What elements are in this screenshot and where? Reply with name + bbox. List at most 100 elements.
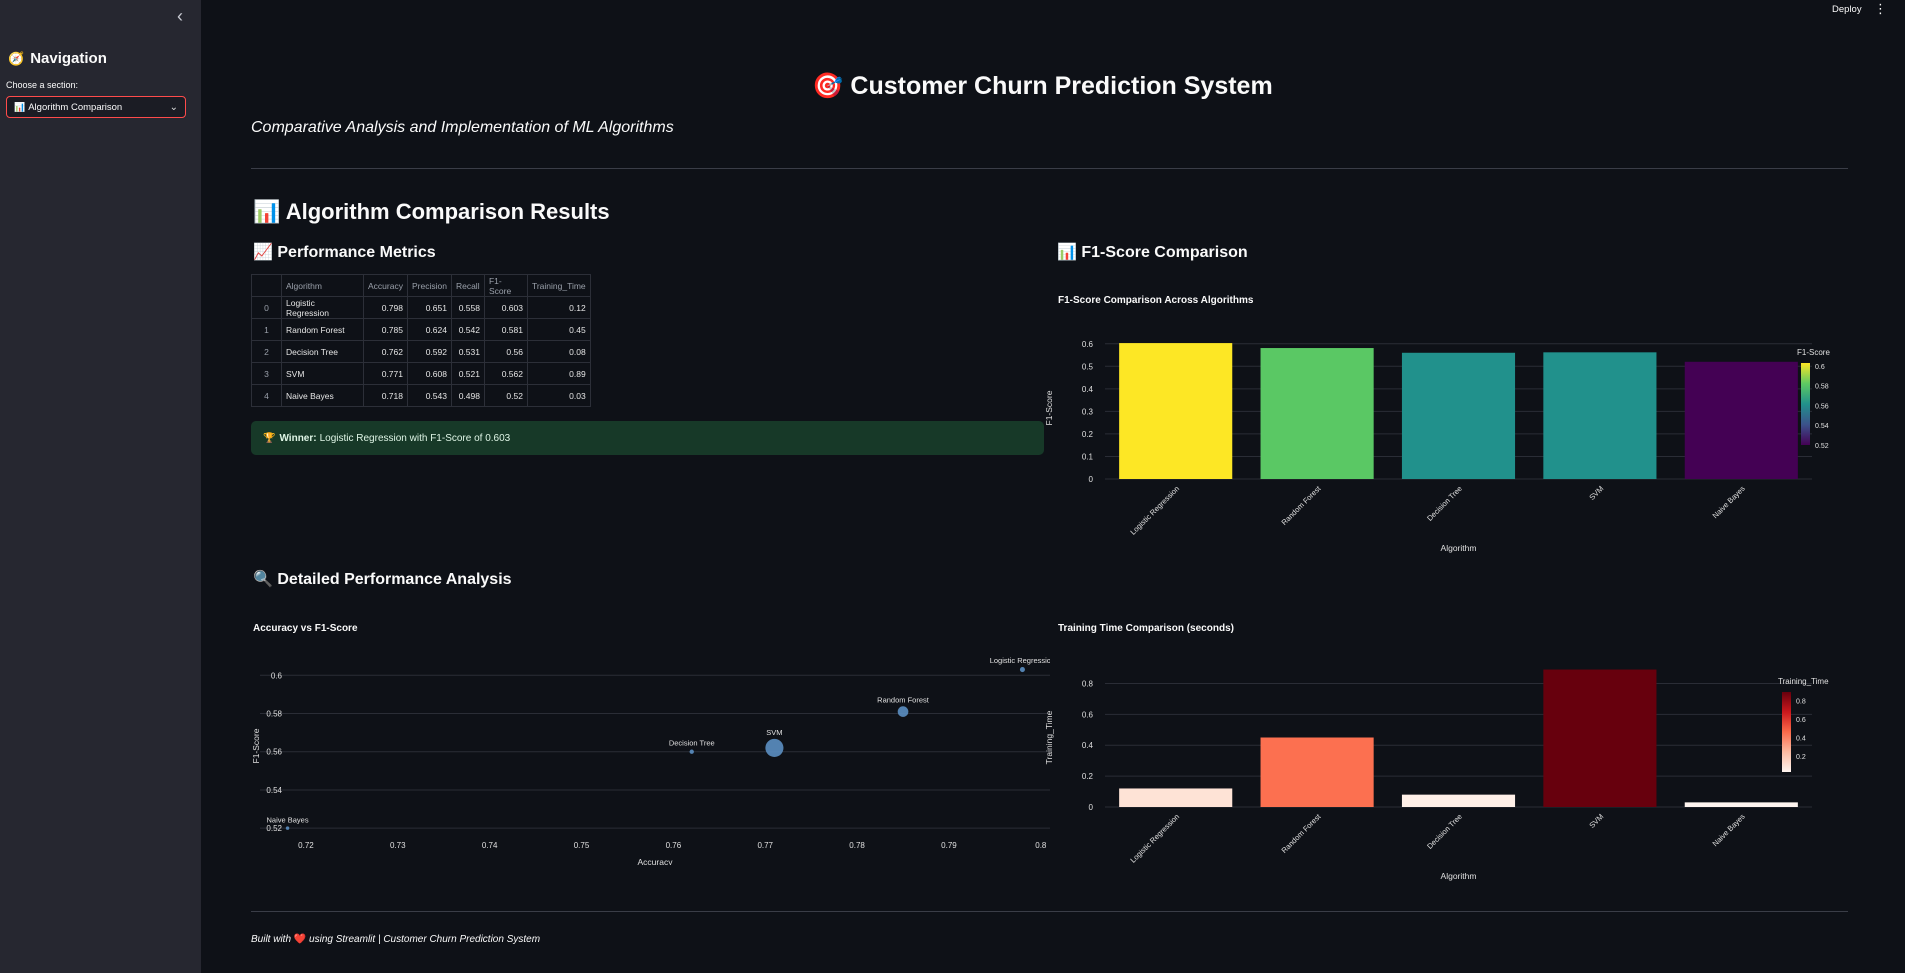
section-title-text: Algorithm Comparison Results — [285, 199, 610, 224]
bar — [1684, 802, 1798, 807]
training-chart-title: Training Time Comparison (seconds) — [1058, 623, 1234, 634]
app-root: ‹ 🧭 Navigation Choose a section: 📊 Algor… — [0, 0, 1905, 973]
bar-chart-icon: 📊 — [14, 101, 26, 112]
chevron-left-icon: ‹ — [177, 5, 183, 26]
y-tick-label: 0.56 — [266, 748, 282, 757]
f1-chart-title: F1-Score Comparison Across Algorithms — [1058, 295, 1254, 306]
x-tick-label: 0.79 — [941, 841, 957, 850]
table-row[interactable]: 3 SVM 0.771 0.608 0.521 0.562 0.89 — [251, 362, 591, 385]
colorbar-tick-label: 0.8 — [1796, 698, 1806, 705]
x-axis-label: Algorithm — [1441, 871, 1477, 881]
scatter-point — [689, 749, 694, 754]
x-tick-label: 0.78 — [849, 841, 865, 850]
table-row[interactable]: 4 Naive Bayes 0.718 0.543 0.498 0.52 0.0… — [251, 384, 591, 407]
accuracy-f1-scatter-chart[interactable]: 0.52 0.54 0.56 0.58 0.6 0.72 0.73 0.74 0.75 0.76 0… — [245, 650, 1050, 865]
column-header[interactable]: Accuracy — [363, 274, 408, 297]
chevron-down-icon: ⌄ — [169, 101, 178, 113]
colorbar-tick-label: 0.4 — [1796, 736, 1806, 743]
deploy-button[interactable]: Deploy — [1832, 4, 1862, 15]
f1-heading: 📊 F1-Score Comparison — [1057, 242, 1248, 262]
row-index: 3 — [251, 362, 282, 385]
table-row[interactable]: 2 Decision Tree 0.762 0.592 0.531 0.56 0… — [251, 340, 591, 363]
colorbar-title: F1-Score — [1797, 348, 1830, 357]
training-time-bar-chart[interactable]: 0 0.2 0.4 0.6 0.8 Logistic Regression Random F… — [1040, 655, 1850, 895]
y-tick-label: 0.6 — [1082, 710, 1094, 719]
y-tick-label: 0.6 — [1082, 340, 1094, 349]
table-cell: 0.08 — [526, 340, 591, 363]
f1-heading-text: F1-Score Comparison — [1081, 244, 1248, 261]
scatter-point — [897, 706, 909, 717]
magnifier-icon: 🔍 — [253, 571, 273, 588]
winner-label: Winner: — [279, 432, 317, 444]
y-tick-label: 0.2 — [1082, 430, 1094, 439]
x-tick-label: SVM — [1587, 812, 1605, 830]
table-header-row: Algorithm Accuracy Precision Recall F1-S… — [251, 274, 591, 297]
x-tick-label: Naive Bayes — [1711, 812, 1747, 848]
table-cell: Logistic Regression — [281, 296, 364, 319]
bar — [1260, 737, 1374, 807]
f1-bar-chart[interactable]: 0 0.1 0.2 0.3 0.4 0.5 0.6 Logistic Regression Ra… — [1040, 325, 1850, 555]
divider — [251, 168, 1848, 169]
page-title: 🎯 Customer Churn Prediction System — [0, 72, 1905, 101]
colorbar — [1782, 692, 1791, 772]
trend-up-icon: 📈 — [253, 244, 273, 261]
trophy-icon: 🏆 — [263, 432, 276, 444]
sidebar-title-text: Navigation — [30, 50, 107, 67]
table-cell: 0.558 — [450, 296, 485, 319]
metrics-table[interactable]: Algorithm Accuracy Precision Recall F1-S… — [251, 274, 591, 407]
colorbar-title: Training_Time — [1778, 677, 1829, 686]
x-tick-label: 0.74 — [482, 841, 498, 850]
table-row[interactable]: 0 Logistic Regression 0.798 0.651 0.558 … — [251, 296, 591, 319]
x-tick-label: Naive Bayes — [1711, 484, 1747, 520]
column-header[interactable]: Algorithm — [281, 274, 364, 297]
y-tick-label: 0.1 — [1082, 452, 1094, 461]
bar — [1401, 794, 1516, 807]
y-tick-label: 0.54 — [266, 786, 282, 795]
column-header[interactable]: Recall — [450, 274, 485, 297]
colorbar-tick-label: 0.58 — [1815, 384, 1829, 391]
main-menu-icon[interactable]: ⋮ — [1874, 1, 1887, 17]
table-cell: 0.542 — [450, 318, 485, 341]
footer: Built with ❤️ using Streamlit | Customer… — [251, 934, 540, 945]
table-cell: 0.12 — [526, 296, 591, 319]
column-header[interactable]: Training_Time — [526, 274, 591, 297]
table-cell: 0.56 — [483, 340, 528, 363]
table-row[interactable]: 1 Random Forest 0.785 0.624 0.542 0.581 … — [251, 318, 591, 341]
collapse-sidebar-button[interactable]: ‹ — [168, 4, 192, 28]
x-tick-label: SVM — [1587, 484, 1605, 502]
y-tick-label: 0.8 — [1082, 679, 1094, 688]
table-cell: 0.52 — [483, 384, 528, 407]
table-cell: 0.624 — [407, 318, 452, 341]
x-tick-label: Random Forest — [1280, 483, 1324, 527]
y-tick-label: 0.5 — [1082, 362, 1094, 371]
x-axis-label: Algorithm — [1441, 543, 1477, 553]
colorbar-tick-label: 0.54 — [1815, 423, 1829, 430]
x-tick-label: Decision Tree — [1425, 812, 1464, 851]
y-tick-label: 0.6 — [271, 671, 283, 680]
x-tick-label: 0.75 — [574, 841, 590, 850]
divider — [251, 911, 1848, 912]
x-tick-label: Decision Tree — [1425, 484, 1464, 523]
table-cell: 0.608 — [407, 362, 452, 385]
table-cell: 0.592 — [407, 340, 452, 363]
table-cell: 0.718 — [363, 384, 408, 407]
row-index: 1 — [251, 318, 282, 341]
column-header[interactable]: F1-Score — [483, 274, 528, 297]
detail-heading-text: Detailed Performance Analysis — [277, 571, 512, 588]
footer-prefix: Built with — [251, 934, 292, 945]
x-tick-label: Logistic Regression — [1128, 484, 1181, 537]
bar — [1543, 352, 1657, 479]
column-header[interactable]: Precision — [407, 274, 452, 297]
table-cell: Naive Bayes — [281, 384, 364, 407]
target-icon: 🎯 — [812, 72, 844, 100]
metrics-heading-text: Performance Metrics — [277, 244, 436, 261]
table-cell: 0.45 — [526, 318, 591, 341]
x-tick-label: Random Forest — [1280, 811, 1324, 855]
row-index: 2 — [251, 340, 282, 363]
winner-text: Logistic Regression with F1-Score of 0.6… — [319, 432, 511, 444]
bar-chart-icon: 📊 — [1057, 244, 1077, 261]
table-cell: 0.521 — [450, 362, 485, 385]
y-tick-label: 0.4 — [1082, 385, 1094, 394]
x-tick-label: 0.72 — [298, 841, 314, 850]
section-title: 📊 Algorithm Comparison Results — [253, 199, 610, 225]
